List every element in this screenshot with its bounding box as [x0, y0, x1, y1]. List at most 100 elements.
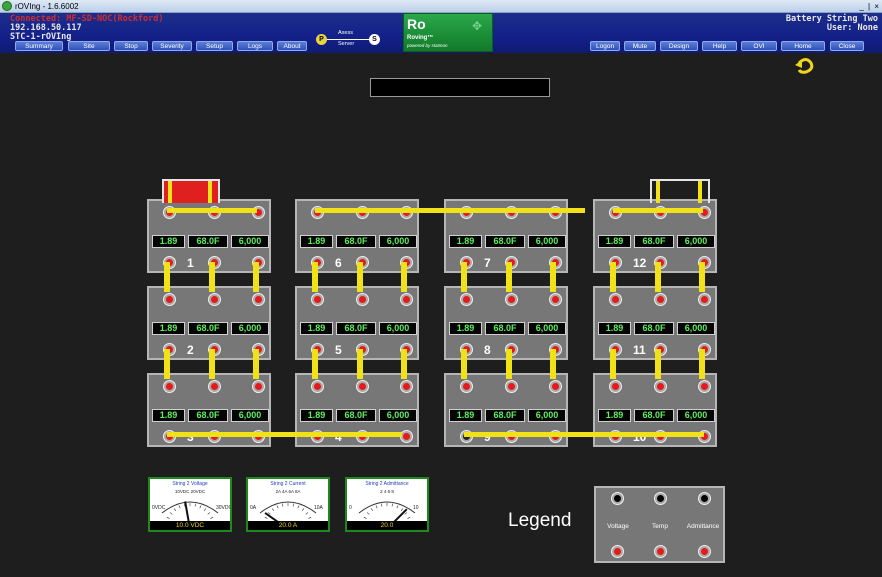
nav-severity-button[interactable]: Severity [152, 41, 192, 51]
cell-8-admittance: 6,000 [528, 322, 566, 335]
cell-5-terminal-top-2[interactable] [356, 293, 369, 306]
nav-summary-button[interactable]: Summary [15, 41, 63, 51]
meter-tick [276, 505, 279, 509]
nav-stop-button[interactable]: Stop [114, 41, 148, 51]
vertical-strap-3-0-0 [610, 262, 616, 292]
meter-gauge: 0 10 2 4 6 8 [349, 489, 419, 523]
cell-9-terminal-top-1[interactable] [460, 380, 473, 393]
pos-post-1 [698, 181, 702, 203]
cell-11-terminal-top-3[interactable] [698, 293, 711, 306]
vertical-strap-1-1-1 [357, 349, 363, 379]
meter-1: String 2 Voltage0VDC30VDC10VDC 20VDC10.0… [148, 477, 232, 532]
cell-1-admittance: 6,000 [231, 235, 269, 248]
meter-tick [292, 503, 294, 507]
cell-5-voltage: 1.89 [300, 322, 333, 335]
nav-about-button[interactable]: About [277, 41, 307, 51]
meter-tick [271, 508, 275, 512]
navr-close-button[interactable]: Close [830, 41, 864, 51]
top-strap-col4 [613, 208, 703, 213]
axess-server-indicator: P S Axess Server [316, 30, 380, 48]
meter-readout: 10.0 VDC [150, 521, 230, 530]
navr-logon-button[interactable]: Logon [590, 41, 620, 51]
secondary-indicator: S [369, 34, 380, 45]
bottom-strap-col3-col4 [464, 432, 704, 437]
meter-min-label: 0A [250, 505, 257, 511]
cell-8-terminal-top-3[interactable] [549, 293, 562, 306]
vertical-strap-0-1-1 [209, 349, 215, 379]
cell-3-terminal-top-3[interactable] [252, 380, 265, 393]
cell-9-admittance: 6,000 [528, 409, 566, 422]
undo-arrow-icon[interactable] [795, 57, 817, 75]
cell-10-terminal-top-1[interactable] [609, 380, 622, 393]
meter-2: String 2 Current 0A 10A 2A 4A 6A 8A 20.0 A [246, 477, 330, 532]
meter-tick [169, 512, 173, 515]
cell-2-temp: 68.0F [188, 322, 228, 335]
cell-4-terminal-top-2[interactable] [356, 380, 369, 393]
cell-5-terminal-top-1[interactable] [311, 293, 324, 306]
window-title: rOVIng - 1.6.6002 [15, 2, 79, 11]
vertical-strap-2-0-0 [461, 262, 467, 292]
meter-tick [297, 505, 300, 509]
meter-readout: 20.0 A [248, 521, 328, 530]
connection-info: Connected: MF-SD-NOC(Rockford) 192.168.5… [10, 15, 164, 42]
cell-3-terminal-top-1[interactable] [163, 380, 176, 393]
navr-help-button[interactable]: Help [702, 41, 737, 51]
neg-post-1 [208, 181, 212, 203]
cell-1-label: 1 [187, 256, 194, 270]
legend-label-voltage: Voltage [607, 523, 629, 530]
top-strap-col1 [167, 208, 257, 213]
meter-gauge: 0VDC 30VDC 10VDC 20VDC [152, 489, 230, 523]
cell-10-terminal-top-3[interactable] [698, 380, 711, 393]
cell-2-terminal-top-3[interactable] [252, 293, 265, 306]
cell-11-admittance: 6,000 [677, 322, 715, 335]
title-bar: rOVIng - 1.6.6002 _ | × [0, 0, 882, 13]
cell-2-terminal-top-1[interactable] [163, 293, 176, 306]
navr-mute-button[interactable]: Mute [624, 41, 656, 51]
meter-tick [396, 505, 399, 509]
cell-2-terminal-top-2[interactable] [208, 293, 221, 306]
navr-design-button[interactable]: Design [660, 41, 698, 51]
cell-8-terminal-top-1[interactable] [460, 293, 473, 306]
cell-8-terminal-top-2[interactable] [505, 293, 518, 306]
cell-6-label: 6 [335, 256, 342, 270]
meter-tick [282, 503, 284, 507]
cell-9-terminal-top-2[interactable] [505, 380, 518, 393]
cell-4-terminal-top-1[interactable] [311, 380, 324, 393]
app-window: rOVIng - 1.6.6002 _ | × Connected: MF-SD… [0, 0, 882, 577]
legend-label-admittance: Admittance [686, 523, 720, 530]
meter-tick [381, 503, 383, 507]
vertical-strap-2-1-0 [461, 349, 467, 379]
legend-normal-voltage-icon [611, 492, 624, 505]
cell-4-terminal-top-3[interactable] [400, 380, 413, 393]
meter-3: String 2 Admittance 0 10 2 4 6 8 20.0 [345, 477, 429, 532]
cell-11-temp: 68.0F [634, 322, 674, 335]
cell-5-label: 5 [335, 343, 342, 357]
cell-2-voltage: 1.89 [152, 322, 185, 335]
navr-ovi-button[interactable]: OVI [741, 41, 777, 51]
cell-11-terminal-top-1[interactable] [609, 293, 622, 306]
neg-post-0 [168, 181, 172, 203]
nav-site-button[interactable]: Site [68, 41, 110, 51]
vertical-strap-0-0-0 [164, 262, 170, 292]
vertical-strap-1-0-2 [401, 262, 407, 292]
navr-home-button[interactable]: Home [781, 41, 825, 51]
cell-9-terminal-top-3[interactable] [549, 380, 562, 393]
cell-10-temp: 68.0F [634, 409, 674, 422]
vertical-strap-2-0-1 [506, 262, 512, 292]
cell-7-label: 7 [484, 256, 491, 270]
cell-3-terminal-top-2[interactable] [208, 380, 221, 393]
meter-max-label: 30VDC [216, 505, 230, 511]
vertical-strap-2-1-1 [506, 349, 512, 379]
legend-alarm-temp-icon [654, 545, 667, 558]
cell-10-terminal-top-2[interactable] [654, 380, 667, 393]
nav-logs-button[interactable]: Logs [237, 41, 273, 51]
cell-1-voltage: 1.89 [152, 235, 185, 248]
cell-8-temp: 68.0F [485, 322, 525, 335]
cell-11-terminal-top-2[interactable] [654, 293, 667, 306]
cell-5-terminal-top-3[interactable] [400, 293, 413, 306]
user-status: User: None [826, 23, 878, 33]
cell-7-temp: 68.0F [485, 235, 525, 248]
nav-setup-button[interactable]: Setup [196, 41, 233, 51]
window-controls[interactable]: _ | × [859, 0, 880, 13]
primary-indicator: P [316, 34, 327, 45]
